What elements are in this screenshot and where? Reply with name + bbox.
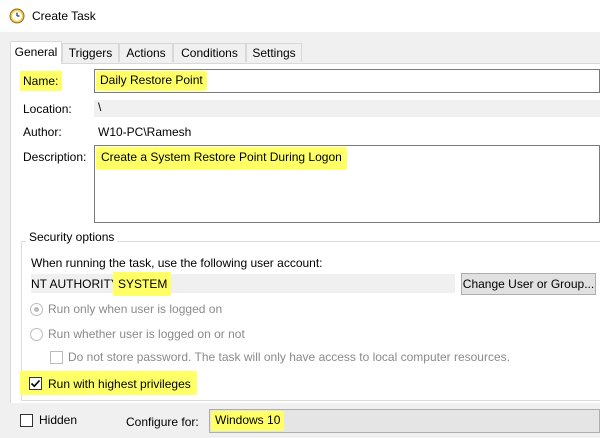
author-label: Author: <box>23 125 62 139</box>
checkmark-icon <box>30 379 41 388</box>
name-value: Daily Restore Point <box>96 71 207 91</box>
configure-for-value: Windows 10 <box>211 411 285 431</box>
clock-icon <box>9 8 25 24</box>
highest-privileges-checkbox[interactable] <box>29 377 42 390</box>
run-logged-on-label: Run only when user is logged on <box>48 302 223 316</box>
location-label: Location: <box>23 102 72 116</box>
hidden-label: Hidden <box>39 413 78 427</box>
security-options-legend: Security options <box>26 230 118 244</box>
user-account-name: SYSTEM <box>118 277 168 291</box>
highest-privileges-label: Run with highest privileges <box>48 377 191 391</box>
name-label: Name: <box>23 74 59 88</box>
run-logged-on-radio[interactable] <box>30 303 43 316</box>
title-bar: Create Task <box>0 0 600 32</box>
no-store-password-label: Do not store password. The task will onl… <box>68 350 510 364</box>
location-value: \ <box>98 100 102 114</box>
tab-general[interactable]: General <box>10 41 62 64</box>
description-label: Description: <box>23 150 87 164</box>
tab-actions[interactable]: Actions <box>119 43 173 62</box>
description-value: Create a System Restore Point During Log… <box>96 147 347 170</box>
account-prompt: When running the task, use the following… <box>31 256 323 270</box>
run-whether-logged-on-label: Run whether user is logged on or not <box>48 327 245 341</box>
name-input[interactable]: Daily Restore Point <box>94 69 600 93</box>
no-store-password-checkbox[interactable] <box>50 351 63 364</box>
configure-for-label: Configure for: <box>126 415 199 429</box>
configure-for-select[interactable]: Windows 10 <box>209 409 600 433</box>
hidden-checkbox[interactable] <box>20 414 33 427</box>
description-textarea[interactable]: Create a System Restore Point During Log… <box>94 145 600 223</box>
tab-triggers[interactable]: Triggers <box>62 43 119 62</box>
author-value: W10-PC\Ramesh <box>98 125 192 139</box>
run-whether-logged-on-radio[interactable] <box>30 328 43 341</box>
change-user-button[interactable]: Change User or Group... <box>461 273 596 295</box>
tab-settings[interactable]: Settings <box>246 43 302 62</box>
window-title: Create Task <box>32 9 96 23</box>
user-account-prefix: NT AUTHORITY\ <box>31 277 123 291</box>
location-field <box>94 100 600 117</box>
tab-conditions[interactable]: Conditions <box>173 43 246 62</box>
